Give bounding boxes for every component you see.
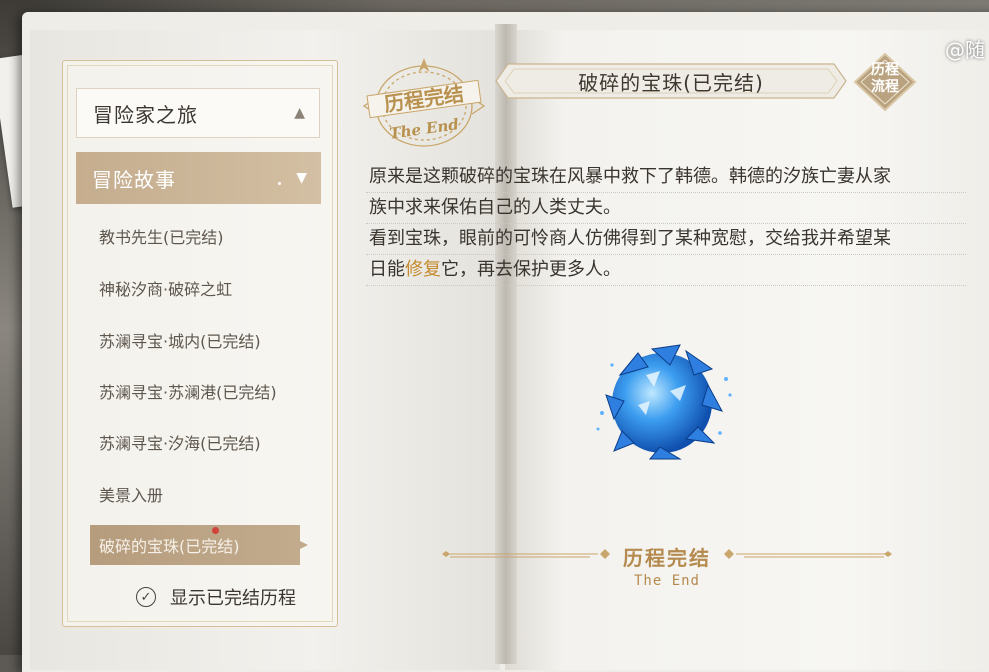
story-item-label: 破碎的宝珠(已完结) bbox=[99, 537, 240, 556]
story-text-segment: 它，再去保护更多人。 bbox=[441, 259, 621, 280]
story-line: 日能修复它，再去保护更多人。 bbox=[366, 255, 966, 286]
category-adventure-stories[interactable]: 冒险故事 ▼ bbox=[76, 152, 321, 204]
story-list-item[interactable]: 神秘汐商·破碎之虹 bbox=[90, 268, 300, 308]
section-title: 冒险家之旅 bbox=[93, 102, 198, 127]
section-adventurer-journey[interactable]: 冒险家之旅 ▲ bbox=[76, 88, 320, 138]
chevron-up-icon: ▲ bbox=[294, 105, 305, 121]
story-line: 族中求来保佑自己的人类丈夫。 bbox=[366, 193, 966, 224]
highlighted-keyword: 修复 bbox=[405, 259, 441, 280]
story-item-label: 苏澜寻宝·城内(已完结) bbox=[99, 332, 261, 351]
story-list-item-selected[interactable]: 破碎的宝珠(已完结) bbox=[90, 525, 308, 565]
shattered-orb-image bbox=[590, 335, 740, 470]
chevron-down-icon: ▼ bbox=[296, 170, 307, 186]
story-list-item[interactable]: 苏澜寻宝·苏澜港(已完结) bbox=[90, 371, 300, 411]
flow-label-line1: 历程 bbox=[871, 62, 899, 78]
completion-stamp: 历程完结 The End bbox=[358, 58, 490, 152]
story-list-item[interactable]: 苏澜寻宝·汐海(已完结) bbox=[90, 422, 300, 462]
story-list-item[interactable]: 美景入册 bbox=[90, 474, 300, 514]
flow-label-line2: 流程 bbox=[871, 79, 899, 95]
indicator-dot bbox=[278, 182, 281, 185]
the-end-banner: 历程完结 The End bbox=[440, 538, 894, 598]
story-line: 看到宝珠，眼前的可怜商人仿佛得到了某种宽慰，交给我并希望某 bbox=[366, 224, 966, 255]
flow-button[interactable]: 历程 流程 bbox=[853, 52, 917, 112]
stamp-emblem-icon: 历程完结 The End bbox=[362, 58, 486, 147]
story-item-label: 苏澜寻宝·苏澜港(已完结) bbox=[99, 383, 277, 402]
story-title: 破碎的宝珠(已完结) bbox=[578, 70, 764, 95]
stamp-subtitle: The End bbox=[388, 115, 460, 143]
story-line: 原来是这颗破碎的宝珠在风暴中救下了韩德。韩德的汐族亡妻从家 bbox=[366, 162, 966, 193]
category-title: 冒险故事 bbox=[92, 167, 176, 192]
story-title-banner: 破碎的宝珠(已完结) bbox=[494, 60, 848, 102]
story-item-label: 教书先生(已完结) bbox=[99, 228, 224, 247]
story-list-item[interactable]: 苏澜寻宝·城内(已完结) bbox=[90, 320, 300, 360]
end-title: 历程完结 bbox=[623, 546, 711, 570]
stamp-title: 历程完结 bbox=[383, 82, 466, 117]
checkmark-icon[interactable]: ✓ bbox=[136, 587, 156, 607]
story-list-item[interactable]: 教书先生(已完结) bbox=[90, 216, 300, 256]
show-completed-label: 显示已完结历程 bbox=[170, 588, 296, 609]
show-completed-toggle[interactable]: ✓ 显示已完结历程 bbox=[136, 584, 296, 610]
story-item-label: 苏澜寻宝·汐海(已完结) bbox=[99, 434, 261, 453]
end-subtitle: The End bbox=[633, 573, 700, 589]
story-text: 原来是这颗破碎的宝珠在风暴中救下了韩德。韩德的汐族亡妻从家 族中求来保佑自己的人… bbox=[366, 162, 966, 286]
story-text-segment: 日能 bbox=[369, 259, 405, 280]
story-item-label: 神秘汐商·破碎之虹 bbox=[99, 280, 233, 299]
mouse-cursor-icon bbox=[212, 527, 219, 534]
broken-orb-icon bbox=[596, 344, 732, 460]
story-item-label: 美景入册 bbox=[99, 486, 164, 505]
watermark-text: @随 bbox=[945, 38, 985, 62]
